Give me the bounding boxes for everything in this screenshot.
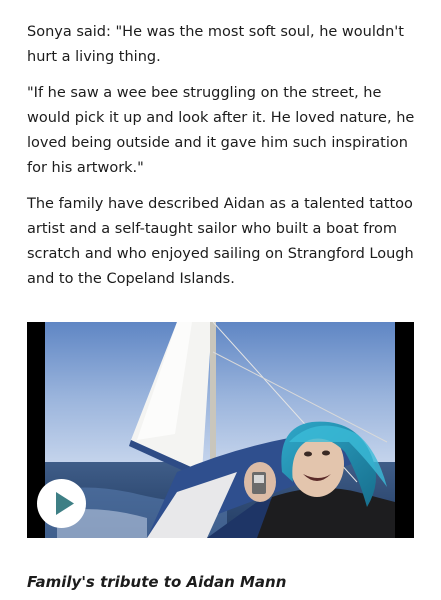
video-player[interactable] xyxy=(27,322,414,538)
play-icon xyxy=(56,492,74,515)
play-button[interactable] xyxy=(37,479,86,528)
article-body: Sonya said: "He was the most soft soul, … xyxy=(27,20,417,303)
video-caption: Family's tribute to Aidan Mann xyxy=(27,573,287,591)
article-paragraph: Sonya said: "He was the most soft soul, … xyxy=(27,24,404,65)
article-paragraph: The family have described Aidan as a tal… xyxy=(27,196,414,287)
article-paragraph: "If he saw a wee bee struggling on the s… xyxy=(27,85,415,176)
